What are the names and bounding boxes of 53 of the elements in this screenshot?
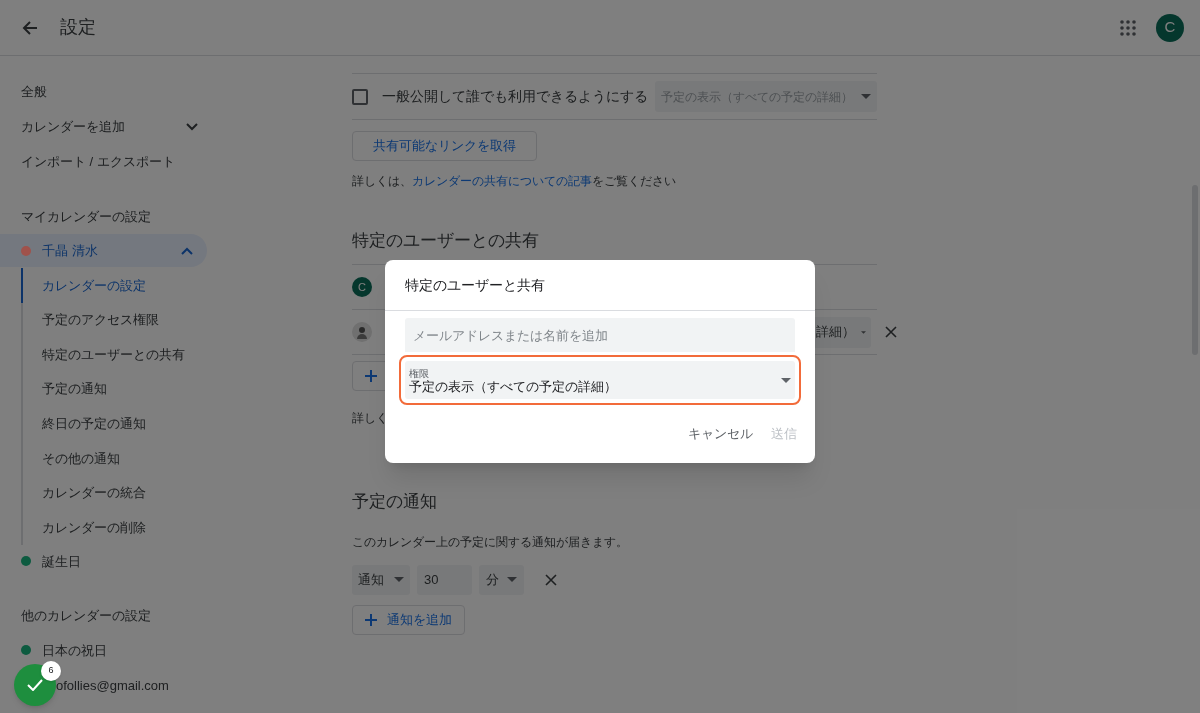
close-icon[interactable] [885,326,897,338]
notification-type-dropdown[interactable]: 通知 [352,564,410,595]
dialog-button[interactable]: キャンセル [682,419,759,449]
page-title: 設定 [60,16,96,39]
back-arrow-icon[interactable] [22,19,38,36]
add-notification-button[interactable]: 通知を追加 [352,604,465,635]
chevron-down-icon[interactable] [186,122,198,131]
section-heading: 予定の通知 [352,491,438,513]
sidebar-subitem[interactable]: その他の通知 [21,440,330,476]
section-heading: 他のカレンダーの設定 [21,606,151,625]
sidebar-subitem[interactable]: カレンダーの削除 [21,510,330,545]
sidebar-subitem[interactable]: 終日の予定の通知 [21,406,330,441]
get-link-button[interactable]: 共有可能なリンクを取得 [352,131,537,161]
calendar-item[interactable]: 日本の祝日 [42,640,107,660]
sidebar-subitem[interactable]: 特定のユーザーとの共有 [21,337,330,372]
minutes-field[interactable]: 30 [417,564,472,595]
caret-icon [507,577,517,582]
article-link[interactable]: カレンダーの共有についての記事 [412,174,592,188]
plus-icon [365,613,377,626]
sidebar-subitem[interactable]: カレンダーの設定 [21,268,330,303]
close-icon[interactable] [545,573,557,586]
sidebar-item[interactable]: 全般 [21,81,198,102]
sidebar-item[interactable]: インポート / エクスポート [21,151,198,172]
section-heading: 特定のユーザーとの共有 [352,230,539,252]
help-text: 詳しく [352,410,388,427]
section-heading: マイカレンダーの設定 [21,207,151,226]
sidebar-subitem[interactable]: カレンダーの統合 [21,475,330,511]
dialog-title: 特定のユーザーと共有 [385,260,815,311]
email-input-field[interactable]: メールアドレスまたは名前を追加 [405,318,795,352]
account-avatar[interactable]: C [1156,13,1184,42]
user-avatar-icon [352,322,372,342]
user-avatar: C [352,277,372,297]
plus-icon [365,370,377,382]
caret-icon [861,329,866,335]
checkbox[interactable] [352,88,368,105]
caret-icon [394,577,404,582]
help-text: 詳しくは、カレンダーの共有についての記事をご覧ください [352,173,676,190]
done-fab[interactable] [14,664,56,706]
calendar-item[interactable]: 千晶 清水 [0,234,207,267]
unit-dropdown[interactable]: 分 [479,564,524,595]
sidebar-subitem[interactable]: 予定のアクセス権限 [21,302,330,338]
checkmark-icon [27,679,43,691]
caret-icon [861,94,871,99]
checkbox-label: 一般公開して誰でも利用できるようにする [382,87,649,106]
sidebar-subitem[interactable]: 予定の通知 [21,371,330,407]
permission-select[interactable]: 権限 予定の表示（すべての予定の詳細） [399,355,801,405]
sidebar-item[interactable]: カレンダーを追加 [21,116,186,137]
chevron-up-icon[interactable] [181,246,193,255]
apps-grid-icon[interactable] [1120,19,1136,36]
calendar-item[interactable]: 誕生日 [0,544,207,578]
description-text: このカレンダー上の予定に関する通知が届きます。 [352,533,629,551]
count-badge: 6 [41,661,61,681]
caret-icon [781,377,791,383]
